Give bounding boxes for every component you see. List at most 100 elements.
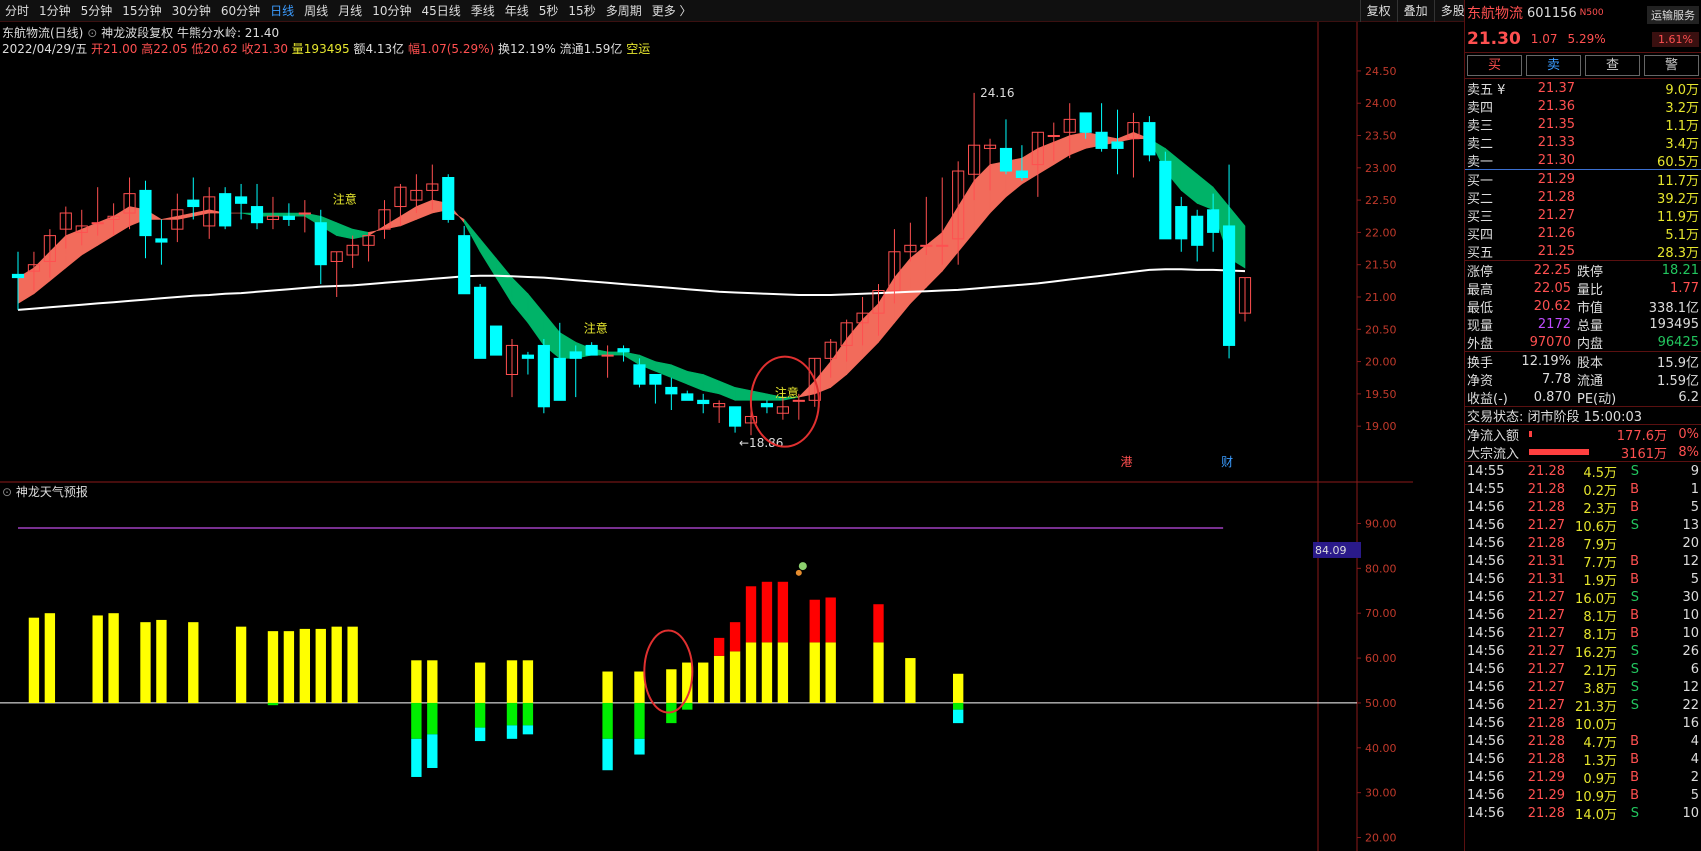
period-tab[interactable]: 5分钟 <box>76 2 118 19</box>
forecast-bar-cyan <box>602 738 613 771</box>
period-tab[interactable]: 15分钟 <box>117 2 166 19</box>
band-segment <box>161 215 178 220</box>
quote-label: 市值 <box>1577 300 1604 316</box>
ask-row: 卖五 ¥ 21.37 9.0万 <box>1465 79 1701 98</box>
candle-body <box>1111 141 1124 149</box>
tick-time: 14:55 <box>1467 481 1505 497</box>
tick-list: 14:55 21.28 4.5万 S 9 14:55 21.28 0.2万 B 1 14:56 21.… <box>1465 461 1701 823</box>
forecast-bar-green <box>267 702 279 706</box>
candle-body <box>442 176 455 220</box>
tool-button[interactable]: 叠加 <box>1396 0 1434 22</box>
tool-button[interactable]: 复权 <box>1359 0 1397 22</box>
trade-buttons: 买 卖 查 警 <box>1465 52 1701 78</box>
quote-value: 1.59亿 <box>1657 373 1699 389</box>
candle-body <box>617 348 630 353</box>
tick-time: 14:56 <box>1467 679 1505 695</box>
bar-change: 幅1.07(5.29%) <box>408 42 495 56</box>
last-price: 21.30 <box>1467 29 1521 49</box>
quote-label: 净资 <box>1467 373 1494 389</box>
period-tab[interactable]: 周线 <box>299 2 333 19</box>
forecast-bar <box>267 631 279 703</box>
period-tab[interactable]: 60分钟 <box>216 2 265 19</box>
forecast-bar <box>809 642 820 703</box>
sell-button[interactable]: 卖 <box>1526 55 1581 76</box>
fin-label: 财 <box>1221 455 1233 469</box>
band-segment <box>1117 131 1134 143</box>
ask-volume: 3.4万 <box>1665 136 1699 152</box>
flow-pct: 8% <box>1678 444 1699 460</box>
flow-row: 大宗流入 3161万 8% <box>1465 443 1701 462</box>
tick-row: 14:56 21.31 7.7万 B 12 <box>1465 552 1701 571</box>
band-segment <box>957 179 975 253</box>
flow-row: 净流入额 177.6万 0% <box>1465 425 1701 444</box>
bid-price: 21.28 <box>1537 189 1575 205</box>
buy-button[interactable]: 买 <box>1467 55 1522 76</box>
band-segment <box>511 276 529 324</box>
quote-value: 22.25 <box>1533 262 1571 278</box>
ask-price: 21.30 <box>1537 152 1575 168</box>
forecast-bar <box>299 628 311 703</box>
chart-area[interactable]: 19.00 19.50 20.00 20.50 21.00 21.50 22.00 22.50… <box>0 22 1413 851</box>
flow-value: 3161万 <box>1620 446 1667 462</box>
quote-row: 最低 20.62 市值 338.1亿 <box>1465 297 1701 316</box>
ask-price: 21.37 <box>1537 80 1575 96</box>
tick-volume: 16.2万 <box>1575 645 1617 661</box>
y-tick-label: 23.00 <box>1365 162 1397 175</box>
sector-badge[interactable]: 运输服务 <box>1647 6 1699 24</box>
period-tab[interactable]: 分时 <box>0 2 34 19</box>
candle-body <box>729 406 742 427</box>
ask-label: 卖四 <box>1467 100 1494 116</box>
trade-status: 交易状态: 闭市阶段 15:00:03 <box>1465 406 1701 425</box>
candle-body <box>920 244 933 247</box>
period-tab[interactable]: 1分钟 <box>34 2 76 19</box>
tick-row: 14:56 21.27 3.8万 S 12 <box>1465 678 1701 697</box>
tick-time: 14:56 <box>1467 733 1505 749</box>
ask-row: 卖一 21.30 60.5万 <box>1465 151 1701 170</box>
tick-price: 21.31 <box>1527 571 1565 587</box>
chart-canvas[interactable]: 19.00 19.50 20.00 20.50 21.00 21.50 22.00 22.50… <box>0 22 1413 851</box>
flow-pct: 0% <box>1678 426 1699 442</box>
quote-value: 2172 <box>1537 316 1571 332</box>
forecast-bar-red <box>873 604 884 643</box>
weather-icon <box>798 562 807 571</box>
period-tab[interactable]: 多周期 <box>601 2 647 19</box>
tick-row: 14:56 21.27 16.0万 S 30 <box>1465 588 1701 607</box>
tick-row: 14:56 21.28 7.9万 20 <box>1465 534 1701 553</box>
candle-body <box>282 215 295 220</box>
bar-date: 2022/04/29/五 <box>2 42 88 56</box>
period-tab[interactable]: 更多 〉 <box>647 2 697 19</box>
bar-status: 空运 <box>626 42 651 56</box>
bid-label: 买三 <box>1467 209 1494 225</box>
query-button[interactable]: 查 <box>1585 55 1640 76</box>
tick-row: 14:56 21.27 10.6万 S 13 <box>1465 516 1701 535</box>
y-tick-label: 21.00 <box>1365 291 1397 304</box>
candle-body <box>298 212 311 215</box>
period-tab[interactable]: 10分钟 <box>367 2 416 19</box>
band-segment <box>686 370 704 392</box>
forecast-bar <box>698 662 709 703</box>
bid-row: 买一 21.29 11.7万 <box>1465 170 1701 189</box>
candle-body <box>250 206 264 224</box>
period-tab[interactable]: 5秒 <box>534 2 564 19</box>
candle-body <box>314 222 327 266</box>
quote-value: 1.77 <box>1670 280 1699 296</box>
sector-pct-badge: 1.61% <box>1652 32 1699 47</box>
period-tab[interactable]: 月线 <box>333 2 367 19</box>
tick-time: 14:56 <box>1467 625 1505 641</box>
bid-row: 买三 21.27 11.9万 <box>1465 206 1701 225</box>
quote-value: 20.62 <box>1533 298 1571 314</box>
forecast-bar <box>873 642 884 703</box>
period-tab[interactable]: 30分钟 <box>167 2 216 19</box>
alert-button[interactable]: 警 <box>1644 55 1699 76</box>
band-segment <box>718 380 736 401</box>
period-tab[interactable]: 季线 <box>466 2 500 19</box>
period-tab[interactable]: 45日线 <box>416 2 465 19</box>
tick-volume: 1.3万 <box>1583 753 1617 769</box>
period-tab[interactable]: 15秒 <box>563 2 600 19</box>
quote-value: 12.19% <box>1521 353 1571 369</box>
period-tab[interactable]: 日线 <box>265 2 299 19</box>
period-tab[interactable]: 年线 <box>500 2 534 19</box>
forecast-bar <box>952 673 964 703</box>
tick-price: 21.28 <box>1527 751 1565 767</box>
tick-volume: 8.1万 <box>1583 627 1617 643</box>
